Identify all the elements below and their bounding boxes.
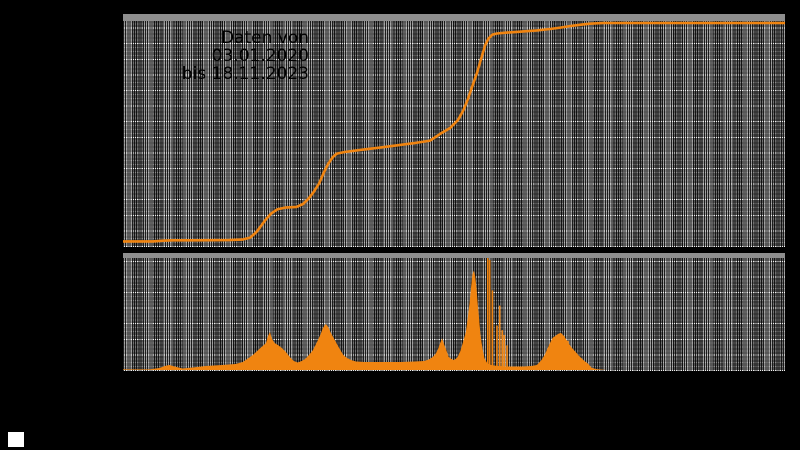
cumulative-plot: Daten von 03.01.2020 bis 18.11.2023: [123, 14, 785, 247]
annotation-line-1: Daten von 03.01.2020: [211, 28, 309, 66]
daily-plot: [123, 253, 785, 371]
chart-canvas: Daten von 03.01.2020 bis 18.11.2023: [0, 0, 800, 450]
date-range-annotation: Daten von 03.01.2020 bis 18.11.2023: [123, 29, 309, 83]
annotation-line-2: bis 18.11.2023: [181, 64, 309, 84]
white-square-marker: [8, 432, 24, 447]
daily-area-chart: [123, 258, 785, 370]
